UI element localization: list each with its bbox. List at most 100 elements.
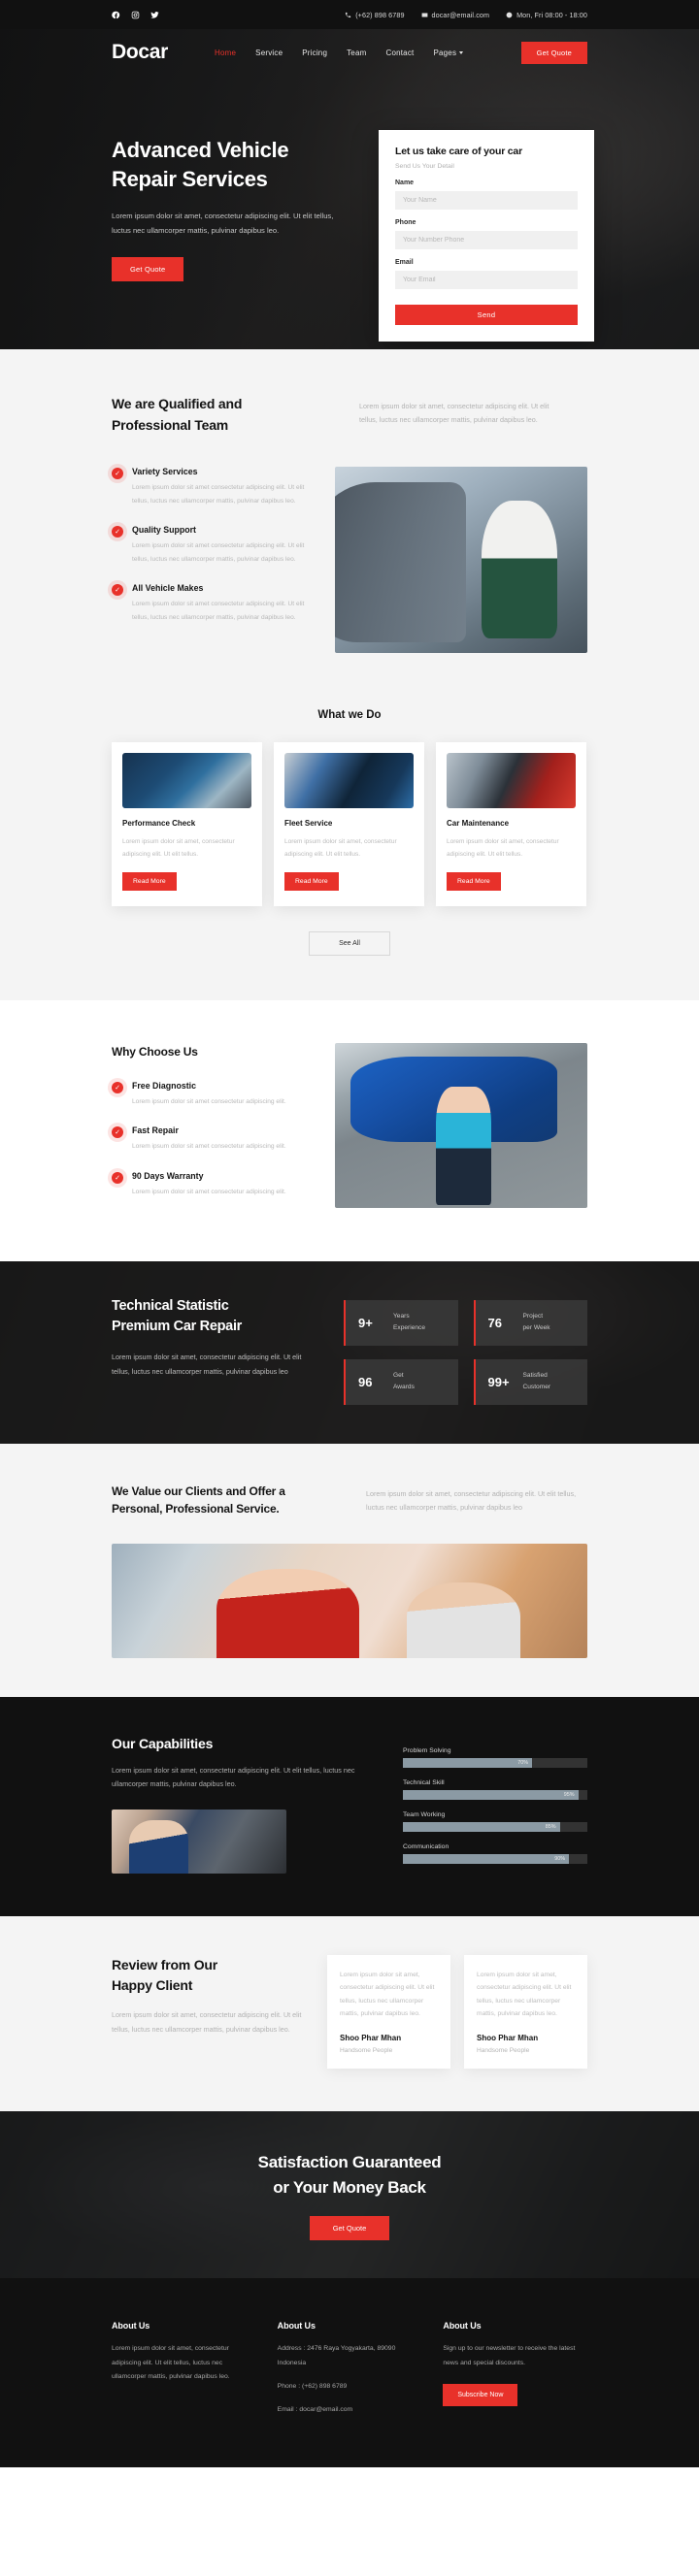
list-item: Lorem ipsum dolor sit amet, consectetur … xyxy=(464,1954,587,2070)
service-card-title: Fleet Service xyxy=(284,819,333,829)
qualified-paragraph: Lorem ipsum dolor sit amet, consectetur … xyxy=(359,402,549,425)
why-choose-left: Why Choose Us ✓ Free Diagnostic Lorem ip… xyxy=(112,1043,306,1216)
skill-label: Team Working xyxy=(403,1810,446,1818)
email-label: Email xyxy=(395,259,414,266)
nav-item-pages[interactable]: Pages xyxy=(433,48,464,57)
clock-icon xyxy=(506,12,513,18)
list-item: ✓ 90 Days Warranty Lorem ipsum dolor sit… xyxy=(112,1171,306,1199)
hero-get-quote-button[interactable]: Get Quote xyxy=(112,257,184,282)
service-card-text: Lorem ipsum dolor sit amet, consectetur … xyxy=(447,838,559,859)
stat-label: Satisfied Customer xyxy=(523,1370,551,1394)
form-send-button[interactable]: Send xyxy=(395,305,578,325)
list-item[interactable]: Fleet Service Lorem ipsum dolor sit amet… xyxy=(274,742,424,907)
name-input[interactable] xyxy=(395,191,578,210)
stats-grid: 9+ Years Experience 76 Project per Week … xyxy=(344,1296,587,1405)
read-more-button[interactable]: Read More xyxy=(284,872,339,892)
stat-value: 96 xyxy=(358,1374,373,1389)
stats-content: Technical Statistic Premium Car Repair L… xyxy=(112,1296,587,1405)
feature-title: Quality Support xyxy=(132,525,196,536)
page-root: (+62) 898 6789 docar@email.com Mon, Fri … xyxy=(0,0,699,2468)
quote-form-card: Let us take care of your car Send Us You… xyxy=(379,130,594,342)
stats-text-block: Technical Statistic Premium Car Repair L… xyxy=(112,1296,320,1405)
reviews-paragraph: Lorem ipsum dolor sit amet, consectetur … xyxy=(112,2009,302,2034)
reviews-title: Review from Our Happy Client xyxy=(112,1955,306,1996)
cta-title-line2: or Your Money Back xyxy=(273,2177,426,2197)
brand-logo[interactable]: Docar xyxy=(112,41,168,64)
nav-item-team[interactable]: Team xyxy=(347,49,366,57)
skill-bar-row: Team Working 85% xyxy=(403,1811,587,1832)
stat-label-line1: Years xyxy=(393,1312,410,1320)
stat-label: Project per Week xyxy=(523,1311,550,1335)
top-email[interactable]: docar@email.com xyxy=(421,11,490,19)
capabilities-section: Our Capabilities Lorem ipsum dolor sit a… xyxy=(0,1696,699,1916)
read-more-button[interactable]: Read More xyxy=(447,872,501,892)
stat-label: Get Awards xyxy=(393,1370,415,1394)
service-card-text: Lorem ipsum dolor sit amet, consectetur … xyxy=(122,838,235,859)
chevron-down-icon xyxy=(459,51,464,54)
footer-phone: Phone : (+62) 898 6789 xyxy=(277,2382,348,2390)
feature-title: All Vehicle Makes xyxy=(132,583,204,594)
read-more-button[interactable]: Read More xyxy=(122,872,177,892)
qualified-team-section: We are Qualified and Professional Team L… xyxy=(0,349,699,693)
skill-bar-row: Communication 90% xyxy=(403,1843,587,1864)
service-card-title: Performance Check xyxy=(122,819,196,829)
feature-text: Lorem ipsum dolor sit amet consectetur a… xyxy=(132,601,305,621)
email-input[interactable] xyxy=(395,271,578,289)
skill-bar-row: Problem Solving 70% xyxy=(403,1747,587,1768)
nav-get-quote-button[interactable]: Get Quote xyxy=(520,41,587,64)
facebook-icon[interactable] xyxy=(112,11,120,19)
form-subtitle: Send Us Your Detail xyxy=(395,163,454,170)
instagram-icon[interactable] xyxy=(131,11,140,19)
review-quote: Lorem ipsum dolor sit amet, consectetur … xyxy=(477,1971,572,2017)
skill-bars: Problem Solving 70% Technical Skill 95% … xyxy=(403,1736,587,1875)
stat-label-line1: Satisfied xyxy=(522,1371,548,1379)
envelope-icon xyxy=(421,12,428,18)
phone-input[interactable] xyxy=(395,231,578,249)
service-card-image xyxy=(284,753,414,809)
what-we-do-section: What we Do Performance Check Lorem ipsum… xyxy=(0,692,699,1001)
feature-text: Lorem ipsum dolor sit amet consectetur a… xyxy=(132,484,305,505)
subscribe-now-button[interactable]: Subscribe Now xyxy=(443,2383,518,2406)
list-item[interactable]: Performance Check Lorem ipsum dolor sit … xyxy=(112,742,262,907)
skill-label: Communication xyxy=(403,1842,449,1850)
see-all-button[interactable]: See All xyxy=(309,931,390,957)
check-circle-icon: ✓ xyxy=(112,1126,123,1139)
footer-column-about: About Us Lorem ipsum dolor sit amet, con… xyxy=(112,2321,256,2417)
why-choose-title: Why Choose Us xyxy=(112,1045,198,1060)
review-author-role: Handsome People xyxy=(477,2047,530,2055)
nav-item-pricing[interactable]: Pricing xyxy=(302,49,327,57)
stat-card: 99+ Satisfied Customer xyxy=(473,1358,587,1405)
feature-text: Lorem ipsum dolor sit amet consectetur a… xyxy=(132,1143,286,1151)
list-item: Lorem ipsum dolor sit amet, consectetur … xyxy=(327,1954,450,2070)
nav-item-contact[interactable]: Contact xyxy=(385,49,414,57)
nav-item-home-label: Home xyxy=(215,48,237,57)
cta-get-quote-button[interactable]: Get Quote xyxy=(309,2216,390,2241)
why-choose-photo xyxy=(335,1043,587,1209)
nav-item-pages-label: Pages xyxy=(433,48,457,57)
footer-address: Address : 2476 Raya Yogyakarta, 89090 In… xyxy=(277,2345,396,2366)
list-item: ✓ All Vehicle Makes Lorem ipsum dolor si… xyxy=(112,583,306,624)
hero-title-line2: Repair Services xyxy=(112,167,268,192)
feature-text: Lorem ipsum dolor sit amet consectetur a… xyxy=(132,1189,286,1195)
review-author-role: Handsome People xyxy=(340,2047,393,2055)
stat-label-line2: Awards xyxy=(393,1384,415,1391)
skill-label: Problem Solving xyxy=(403,1746,451,1754)
footer-about-text: Lorem ipsum dolor sit amet, consectetur … xyxy=(112,2345,230,2380)
hero-section: Advanced Vehicle Repair Services Lorem i… xyxy=(0,29,699,349)
nav-item-service[interactable]: Service xyxy=(255,49,283,57)
stat-card: 76 Project per Week xyxy=(473,1299,587,1346)
top-contact-info: (+62) 898 6789 docar@email.com Mon, Fri … xyxy=(345,11,587,19)
values-photo xyxy=(112,1543,587,1658)
nav-item-pricing-label: Pricing xyxy=(302,48,328,57)
skill-track: 95% xyxy=(403,1789,587,1800)
nav-item-home[interactable]: Home xyxy=(215,49,236,57)
feature-title: Fast Repair xyxy=(132,1125,179,1136)
cta-content: Satisfaction Guaranteed or Your Money Ba… xyxy=(258,2150,442,2241)
stat-label-line1: Project xyxy=(522,1312,544,1320)
qualified-body: ✓ Variety Services Lorem ipsum dolor sit… xyxy=(112,467,587,654)
service-card-image xyxy=(447,753,576,809)
list-item[interactable]: Car Maintenance Lorem ipsum dolor sit am… xyxy=(436,742,586,907)
top-phone[interactable]: (+62) 898 6789 xyxy=(345,11,404,19)
twitter-icon[interactable] xyxy=(150,11,159,19)
values-title: We Value our Clients and Offer a Persona… xyxy=(112,1484,285,1516)
